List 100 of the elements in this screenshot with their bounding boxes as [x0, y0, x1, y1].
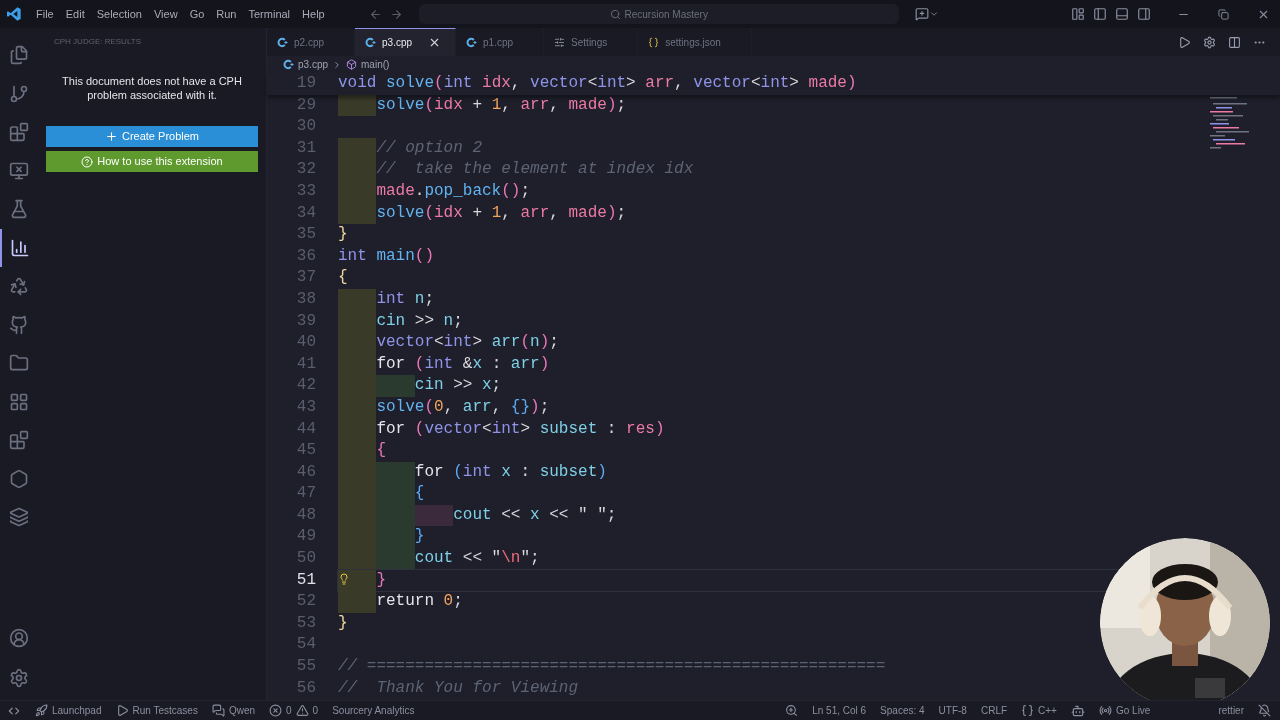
editor-tab[interactable]: p3.cpp — [355, 28, 457, 56]
monitor-icon[interactable] — [9, 160, 29, 181]
line-number: 33 — [295, 180, 316, 202]
puzzle-icon[interactable] — [9, 430, 29, 451]
menu-item[interactable]: Run — [210, 5, 243, 23]
line-number: 50 — [295, 548, 316, 570]
app-logo-icon — [6, 6, 22, 22]
line-number: 19 — [295, 73, 316, 94]
layout-icon[interactable] — [1071, 7, 1085, 21]
restore-icon[interactable] — [1218, 8, 1229, 20]
code-line: int main() — [338, 245, 434, 267]
problems-button[interactable]: 0 0 — [262, 701, 326, 720]
breadcrumb-item[interactable]: p3.cpp — [298, 57, 329, 72]
bar-chart-icon[interactable] — [10, 237, 30, 258]
branch-icon[interactable] — [9, 83, 29, 104]
code-line: cin >> n; — [376, 310, 463, 332]
line-number: 48 — [295, 504, 316, 526]
line-number: 43 — [295, 396, 316, 418]
code-line: cout << "\n"; — [414, 548, 540, 570]
run-testcases-button[interactable]: Run Testcases — [108, 701, 205, 720]
go-live-button[interactable]: Go Live — [1091, 701, 1158, 720]
play-icon — [115, 704, 129, 717]
menu-item[interactable]: Edit — [59, 5, 91, 23]
grid-icon[interactable] — [9, 391, 29, 412]
chat-icon[interactable] — [914, 7, 929, 21]
breadcrumb-item[interactable]: main() — [361, 57, 390, 72]
cube-icon — [346, 59, 358, 70]
menu-item[interactable]: Go — [183, 5, 211, 23]
line-number: 56 — [295, 677, 316, 699]
line-number: 39 — [295, 310, 316, 332]
secondary-sidebar-icon[interactable] — [1137, 7, 1151, 21]
line-number: 32 — [295, 159, 316, 181]
code-line: // option 2 — [376, 137, 482, 159]
line-number: 34 — [295, 202, 316, 224]
status-item[interactable]: rettier — [1211, 701, 1251, 720]
folder-icon[interactable] — [9, 353, 29, 374]
gear-icon[interactable] — [1203, 35, 1216, 49]
status-item[interactable]: Spaces: 4 — [873, 701, 932, 720]
status-item[interactable]: Sourcery Analytics — [325, 701, 422, 720]
chevron-down-icon[interactable] — [928, 9, 939, 19]
panel-toggle-icon[interactable] — [1115, 7, 1129, 21]
recycle-icon[interactable] — [9, 276, 29, 297]
code-line: // take the element at index idx — [376, 159, 694, 181]
octocat-icon[interactable] — [9, 314, 29, 335]
account-icon[interactable] — [9, 628, 29, 648]
settings-tab-icon — [554, 36, 566, 48]
code-line: solve(0, arr, {}); — [376, 396, 550, 418]
code-line: cin >> x; — [414, 375, 502, 397]
sidebar-title: CPH JUDGE: RESULTS — [53, 36, 142, 48]
sidebar-toggle-icon[interactable] — [1093, 7, 1107, 21]
menu-item[interactable]: File — [30, 5, 60, 23]
settings-icon[interactable] — [9, 668, 29, 688]
code-line: { — [414, 483, 425, 505]
help-button[interactable]: How to use this extension — [46, 151, 258, 172]
back-icon[interactable] — [368, 7, 382, 21]
code-line: for (int &x : arr) — [376, 353, 550, 375]
line-number: 30 — [295, 116, 316, 138]
line-number: 38 — [295, 288, 316, 310]
code-line: void solve(int idx, vector<int> arr, vector<int> made) — [338, 73, 857, 94]
plus-icon — [104, 130, 118, 143]
run-icon[interactable] — [1178, 35, 1191, 49]
line-number: 37 — [295, 267, 316, 289]
menu-item[interactable]: View — [147, 5, 184, 23]
braces-icon — [1021, 704, 1035, 717]
launchpad-button[interactable]: Launchpad — [28, 701, 109, 720]
code-line: { — [338, 267, 348, 289]
robot-icon — [1070, 703, 1085, 718]
code-line: // ====================================================== — [338, 656, 886, 678]
status-item[interactable]: CRLF — [973, 701, 1015, 720]
forward-icon[interactable] — [389, 7, 403, 21]
menu-item[interactable]: Terminal — [242, 5, 297, 23]
code-line: } — [376, 569, 386, 591]
cpp-file-icon — [466, 36, 478, 48]
create-problem-button[interactable]: Create Problem — [46, 126, 258, 147]
status-item[interactable]: Ln 51, Col 6 — [805, 701, 874, 720]
code-line: int n; — [376, 288, 434, 310]
cpp-file-icon — [277, 36, 288, 48]
split-editor-icon[interactable] — [1228, 35, 1241, 49]
search-icon — [609, 8, 621, 20]
cpp-file-icon — [365, 37, 377, 48]
files-icon[interactable] — [9, 45, 29, 66]
chat-button[interactable]: Qwen — [204, 701, 263, 720]
line-number: 40 — [295, 332, 316, 354]
lightbulb-icon[interactable] — [338, 572, 350, 585]
hexagon-icon[interactable] — [9, 468, 29, 489]
line-number: 51 — [295, 569, 316, 591]
menu-item[interactable]: Help — [296, 5, 331, 23]
menu-item[interactable]: Selection — [90, 5, 148, 23]
code-line: cout << x << " "; — [453, 504, 617, 526]
code-line: for (vector<int> subset : res) — [376, 418, 665, 440]
search-field[interactable]: Recursion Mastery — [418, 4, 899, 24]
blocks-icon[interactable] — [9, 122, 29, 143]
line-number: 31 — [295, 137, 316, 159]
status-item[interactable]: UTF-8 — [931, 701, 974, 720]
line-number: 42 — [295, 375, 316, 397]
code-line: } — [338, 612, 348, 634]
info-message: This document does not have a CPH problem associated with it. — [61, 74, 243, 102]
layers-icon[interactable] — [9, 507, 29, 528]
language-button[interactable]: C++ — [1014, 701, 1064, 720]
flask-icon[interactable] — [9, 199, 29, 220]
